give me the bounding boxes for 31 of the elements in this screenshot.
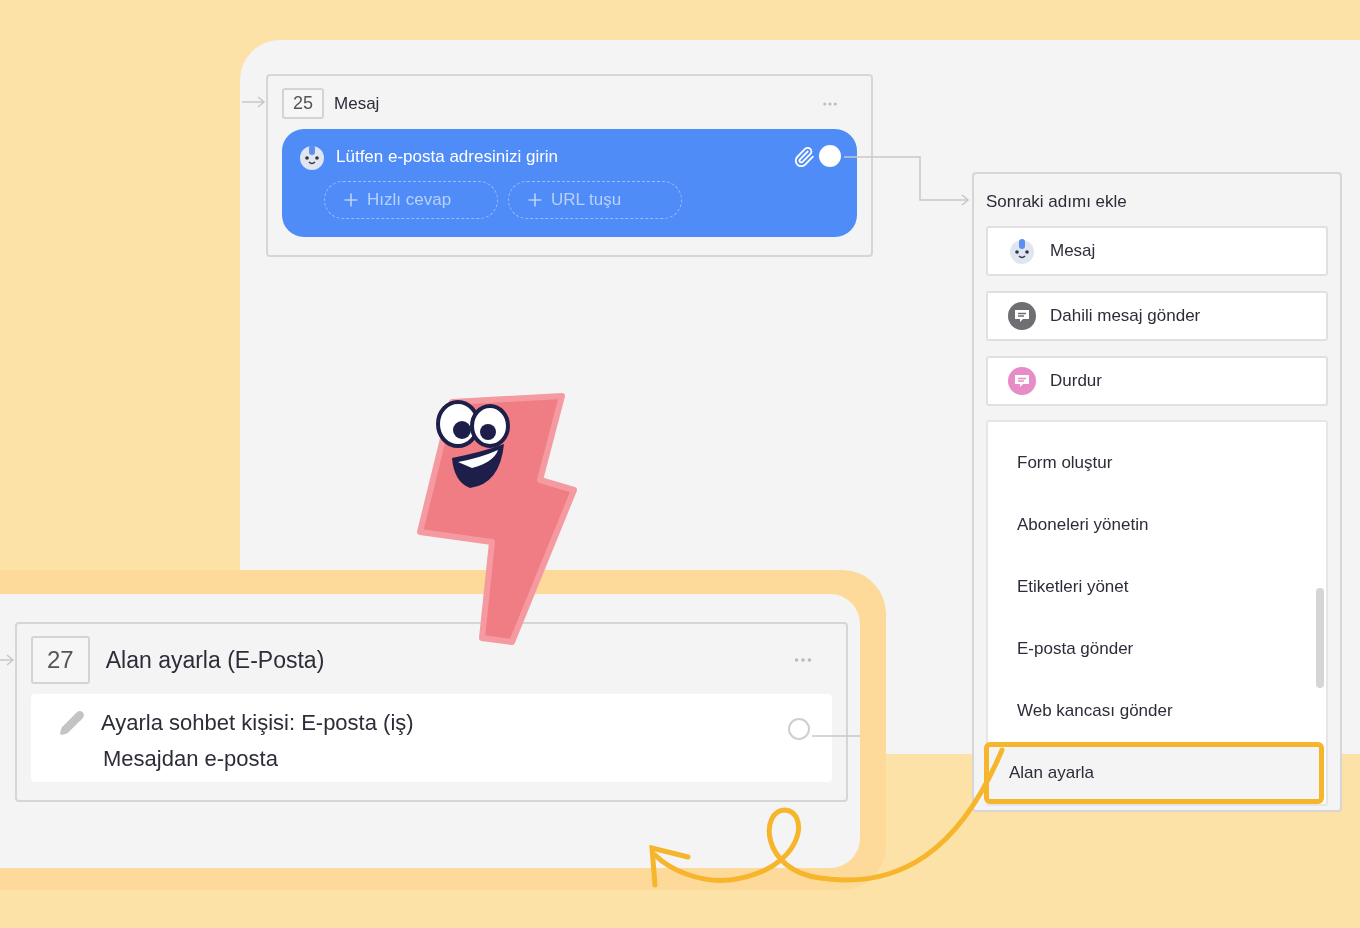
incoming-arrow [241, 96, 266, 108]
robot-icon [298, 143, 326, 171]
step-option[interactable]: Durdur [986, 356, 1328, 406]
action-detail: Mesajdan e-posta [102, 746, 279, 772]
node-title: Mesaj [334, 93, 381, 114]
connector-line [811, 735, 861, 737]
menu-item[interactable]: Alan ayarla [984, 742, 1324, 804]
paperclip-icon[interactable] [793, 146, 815, 168]
robot-icon [1008, 237, 1036, 265]
step-option[interactable]: Mesaj [986, 226, 1328, 276]
step-number: 25 [282, 88, 325, 119]
action-card[interactable]: Ayarla sohbet kişisi: E-posta (iş) Mesajdan e-posta [31, 694, 832, 782]
output-port[interactable] [788, 718, 810, 740]
menu-item[interactable]: Aboneleri yönetin [992, 494, 1310, 556]
action-node[interactable]: 27 Alan ayarla (E-Posta) Ayarla sohbet kişisi: E-posta (iş) Mesajdan e-posta [15, 622, 848, 802]
step-option[interactable]: Dahili mesaj gönder [986, 291, 1328, 341]
chat-bubble-icon [1008, 367, 1036, 395]
incoming-arrow [0, 654, 15, 666]
menu-item[interactable]: Form oluştur [992, 432, 1310, 494]
panel-title: Sonraki adımı ekle [986, 192, 1128, 212]
step-number: 27 [31, 636, 90, 684]
node-title: Alan ayarla (E-Posta) [105, 646, 326, 674]
message-text: Lütfen e-posta adresinizi girin [336, 147, 560, 167]
menu-item[interactable]: Etiketleri yönet [992, 556, 1310, 618]
action-text: Ayarla sohbet kişisi: E-posta (iş) [101, 710, 414, 736]
pencil-icon [59, 710, 85, 736]
menu-item[interactable]: E-posta gönder [992, 618, 1310, 680]
message-node[interactable]: 25 Mesaj Lütfen e-posta adresinizi girin Hızlı cevap URL tuşu [266, 74, 873, 257]
menu-item[interactable]: Web kancası gönder [992, 680, 1310, 742]
scrollbar[interactable] [1316, 588, 1324, 688]
chat-bubble-icon [1008, 302, 1036, 330]
